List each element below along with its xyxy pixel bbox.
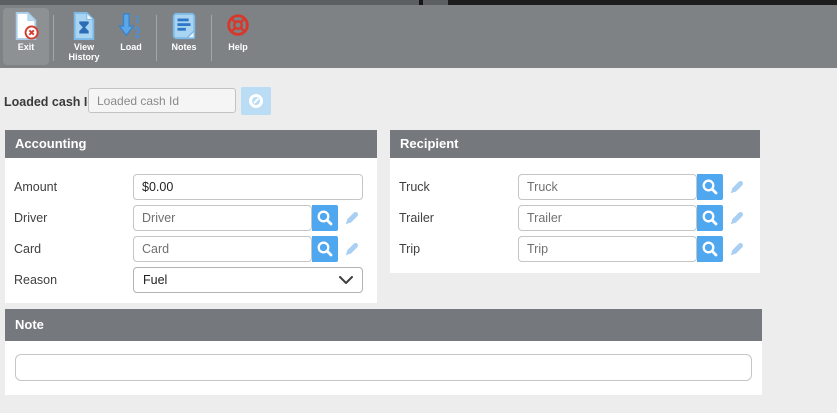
loaded-cash-id-search-button[interactable] xyxy=(241,87,271,115)
search-icon xyxy=(701,240,719,258)
card-edit-pencil-icon[interactable] xyxy=(343,240,361,258)
card-row: Card xyxy=(5,236,377,262)
help-button-label: Help xyxy=(228,42,248,52)
card-search-button[interactable] xyxy=(312,236,338,262)
trailer-input[interactable] xyxy=(518,205,697,231)
trailer-row: Trailer xyxy=(390,205,760,231)
note-section-header: Note xyxy=(5,309,762,341)
load-button-label: Load xyxy=(120,42,142,52)
toolbar-separator xyxy=(211,15,212,61)
card-label: Card xyxy=(5,242,133,256)
accounting-section-body: Amount Driver xyxy=(5,158,377,303)
note-section-body xyxy=(5,341,762,395)
trip-edit-pencil-icon[interactable] xyxy=(728,240,746,258)
truck-row: Truck xyxy=(390,174,760,200)
exit-button-label: Exit xyxy=(18,42,35,52)
loaded-cash-id-label: Loaded cash Id xyxy=(4,95,95,109)
svg-text:1: 1 xyxy=(135,14,141,25)
search-disabled-icon xyxy=(247,92,265,110)
driver-row: Driver xyxy=(5,205,377,231)
driver-edit-pencil-icon[interactable] xyxy=(343,209,361,227)
reason-select[interactable]: Fuel xyxy=(133,267,363,293)
exit-icon xyxy=(12,11,40,41)
truck-input[interactable] xyxy=(518,174,697,200)
amount-label: Amount xyxy=(5,180,133,194)
note-input[interactable] xyxy=(15,354,752,381)
reason-select-value: Fuel xyxy=(143,273,167,287)
search-icon xyxy=(701,209,719,227)
truck-label: Truck xyxy=(390,180,518,194)
trip-search-button[interactable] xyxy=(697,236,723,262)
trip-row: Trip xyxy=(390,236,760,262)
notes-button-label: Notes xyxy=(171,42,196,52)
help-button[interactable]: Help xyxy=(216,8,260,65)
help-icon xyxy=(224,11,252,41)
card-input[interactable] xyxy=(133,236,312,262)
truck-edit-pencil-icon[interactable] xyxy=(728,178,746,196)
load-button[interactable]: 1 9 Load xyxy=(110,8,152,65)
recipient-section-header: Recipient xyxy=(390,130,760,158)
recipient-section-body: Truck xyxy=(390,158,760,273)
trip-label: Trip xyxy=(390,242,518,256)
toolbar: Exit View History 1 9 Load xyxy=(0,5,837,68)
reason-label: Reason xyxy=(5,273,133,287)
trailer-label: Trailer xyxy=(390,211,518,225)
search-icon xyxy=(316,240,334,258)
view-history-button-label: View History xyxy=(61,42,107,62)
accounting-section-header: Accounting xyxy=(5,130,377,158)
driver-search-button[interactable] xyxy=(312,205,338,231)
trailer-edit-pencil-icon[interactable] xyxy=(728,209,746,227)
amount-input[interactable] xyxy=(133,174,363,200)
notes-button[interactable]: Notes xyxy=(161,8,207,65)
svg-text:9: 9 xyxy=(135,25,141,36)
amount-row: Amount xyxy=(5,174,377,200)
driver-input[interactable] xyxy=(133,205,312,231)
toolbar-separator xyxy=(53,15,54,61)
note-section: Note xyxy=(5,309,762,395)
trip-input[interactable] xyxy=(518,236,697,262)
view-history-button[interactable]: View History xyxy=(58,8,110,65)
reason-row: Reason Fuel xyxy=(5,267,377,293)
loaded-cash-id-input[interactable] xyxy=(88,88,236,113)
accounting-section: Accounting Amount Driver xyxy=(5,130,377,303)
driver-label: Driver xyxy=(5,211,133,225)
exit-button[interactable]: Exit xyxy=(3,8,49,65)
load-icon: 1 9 xyxy=(117,11,145,41)
toolbar-separator xyxy=(156,15,157,61)
view-history-icon xyxy=(70,11,98,41)
search-icon xyxy=(701,178,719,196)
truck-search-button[interactable] xyxy=(697,174,723,200)
notes-icon xyxy=(170,11,198,41)
chevron-down-icon xyxy=(339,276,353,284)
recipient-section: Recipient Truck xyxy=(390,130,760,273)
trailer-search-button[interactable] xyxy=(697,205,723,231)
search-icon xyxy=(316,209,334,227)
cash-load-window: Exit View History 1 9 Load xyxy=(0,0,837,413)
